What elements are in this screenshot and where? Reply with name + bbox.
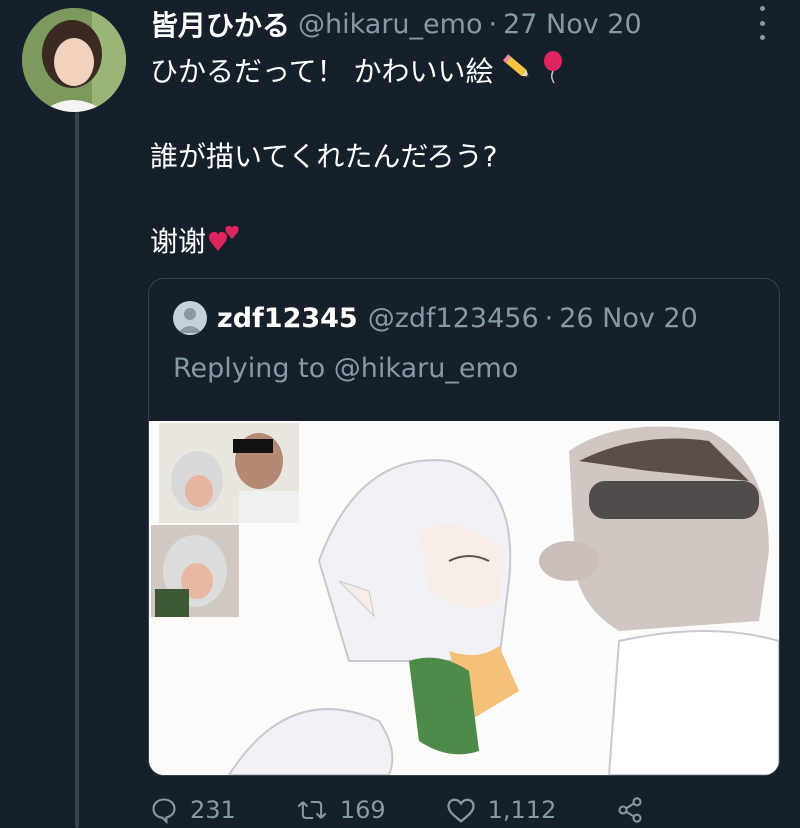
- reply-button[interactable]: 231: [150, 796, 236, 824]
- balloon-emoji: [540, 50, 566, 93]
- display-name[interactable]: 皆月ひかる: [150, 4, 290, 44]
- like-count: 1,112: [487, 796, 557, 824]
- tweet-date[interactable]: 27 Nov 20: [503, 9, 642, 40]
- quoted-separator: ·: [544, 302, 554, 334]
- like-icon: [446, 798, 475, 823]
- thread-line: [75, 112, 79, 828]
- quoted-date: 26 Nov 20: [559, 302, 698, 334]
- avatar[interactable]: [22, 8, 126, 112]
- separator: ·: [488, 8, 498, 40]
- quoted-user-handle[interactable]: @zdf123456: [368, 303, 539, 334]
- quoted-avatar[interactable]: [173, 301, 207, 335]
- tweet-line-2: 誰が描いてくれたんだろう?: [150, 139, 770, 175]
- fan-art-image: [149, 421, 779, 775]
- like-button[interactable]: 1,112: [446, 796, 557, 824]
- avatar-photo: [22, 8, 126, 112]
- quoted-tweet-header: zdf12345 @zdf123456 · 26 Nov 20: [173, 301, 698, 335]
- share-button[interactable]: [616, 796, 656, 824]
- tweet-line-3-text: 谢谢: [150, 224, 207, 258]
- retweet-count: 169: [339, 796, 386, 824]
- tweet-actions: 231 169 1,112: [150, 792, 656, 828]
- user-handle[interactable]: @hikaru_emo: [298, 9, 482, 40]
- two-hearts-emoji: [208, 221, 242, 262]
- reply-count: 231: [190, 796, 236, 824]
- retweet-icon: [297, 800, 327, 820]
- replying-to: Replying to @hikaru_emo: [173, 353, 519, 384]
- retweet-button[interactable]: 169: [296, 796, 386, 824]
- tweet-line-2-text: 誰が描いてくれたんだろう?: [150, 140, 498, 173]
- tweet-line-3: 谢谢: [150, 221, 770, 262]
- quoted-image[interactable]: [149, 421, 779, 775]
- reply-icon: [152, 798, 176, 824]
- share-icon: [618, 797, 642, 823]
- quoted-tweet-card[interactable]: zdf12345 @zdf123456 · 26 Nov 20 Replying…: [148, 278, 780, 776]
- tweet-line-1: ひかるだって！ かわいい絵: [150, 50, 770, 93]
- tweet-header: 皆月ひかる @hikaru_emo · 27 Nov 20: [150, 4, 740, 44]
- tweet-line-1-text: ひかるだって！ かわいい絵: [150, 54, 494, 88]
- tweet-text: ひかるだって！ かわいい絵 誰が描いてくれたんだろう? 谢谢: [150, 50, 770, 262]
- pencil-emoji: [500, 52, 534, 91]
- more-icon[interactable]: [754, 6, 770, 40]
- quoted-display-name[interactable]: zdf12345: [217, 303, 358, 334]
